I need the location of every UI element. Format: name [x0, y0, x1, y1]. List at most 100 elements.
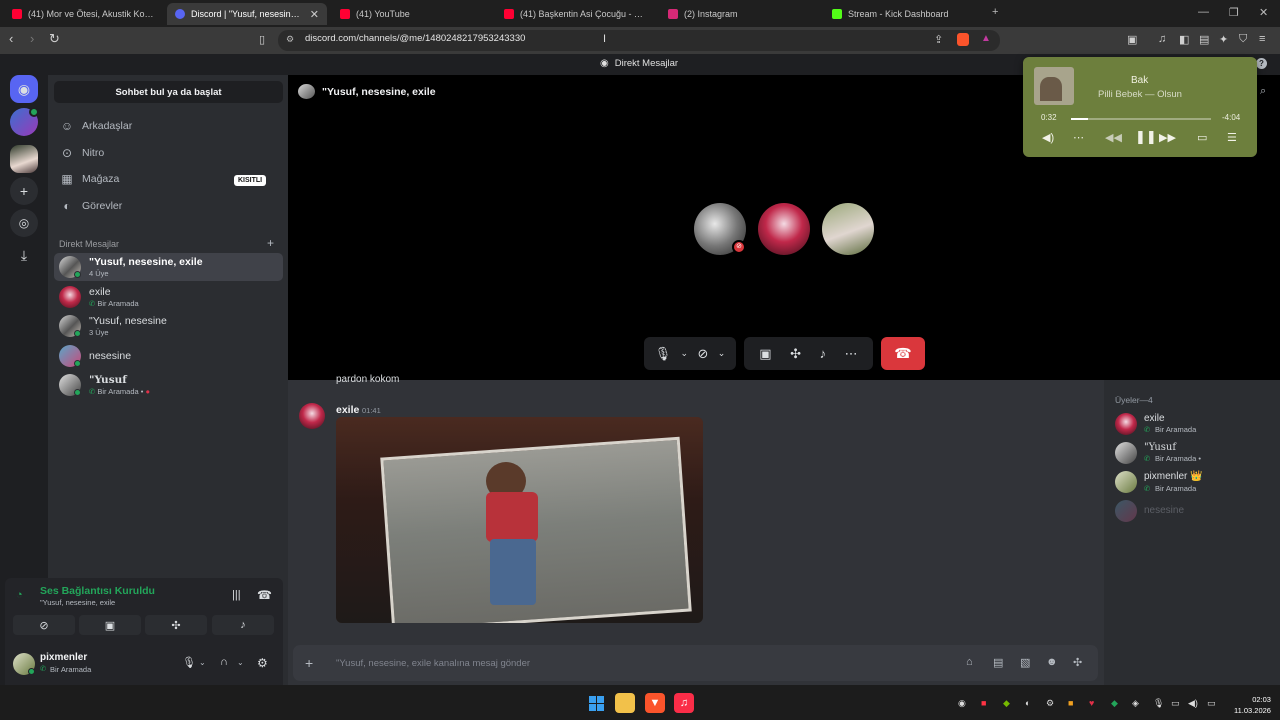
download-apps-button[interactable]: ⤓ — [10, 241, 38, 269]
dm-item-group-3[interactable]: "Yusuf, nesesine 3 Üye — [54, 312, 283, 340]
close-window-icon[interactable]: ✕ — [1259, 6, 1268, 19]
album-art[interactable] — [1034, 67, 1074, 105]
nav-quests[interactable]: ◐ Görevler — [60, 195, 122, 217]
brave-rewards-icon[interactable]: ▲ — [981, 33, 991, 44]
tray-app-icon[interactable]: ♥ — [1089, 698, 1094, 708]
bookmark-icon[interactable]: ▯ — [259, 33, 265, 46]
participant-avatar-exile[interactable] — [758, 203, 810, 255]
member-name[interactable]: nesesine — [1144, 505, 1184, 516]
tray-app-icon[interactable]: ◐ — [1025, 698, 1030, 708]
screen-share-button[interactable]: ▣ — [79, 615, 141, 635]
microphone-icon[interactable]: 🎙︎ — [1153, 698, 1164, 709]
taskbar-clock[interactable]: 02:03 11.03.2026 — [1234, 694, 1271, 716]
menu-icon[interactable]: ≡ — [1259, 33, 1265, 45]
sticker-icon[interactable]: ▧ — [1020, 656, 1030, 669]
progress-bar[interactable] — [1071, 118, 1211, 120]
more-icon[interactable]: ⋯ — [1073, 131, 1084, 144]
reader-icon[interactable]: ▣ — [1127, 33, 1137, 46]
chevron-down-icon[interactable]: ⌄ — [199, 658, 206, 667]
explore-button[interactable]: ◎ — [10, 209, 38, 237]
start-icon[interactable] — [586, 693, 606, 713]
camera-toggle-button[interactable]: ⊘ — [13, 615, 75, 635]
nav-shop[interactable]: ▦ Mağaza — [60, 168, 119, 190]
media-icon[interactable]: ♫ — [1158, 33, 1166, 45]
soundboard-icon[interactable]: ♪ — [820, 346, 827, 361]
chevron-down-icon[interactable]: ⌄ — [237, 658, 244, 667]
tray-app-icon[interactable]: ◆ — [1111, 698, 1118, 709]
tab-youtube[interactable]: (41) YouTube — [332, 3, 492, 25]
wallet-icon[interactable]: ▤ — [1199, 33, 1209, 46]
speaker-icon[interactable]: ◀) — [1188, 698, 1198, 709]
forward-icon[interactable]: › — [30, 31, 34, 46]
network-icon[interactable]: ▭ — [1171, 698, 1180, 709]
activities-button[interactable]: ✣ — [145, 615, 207, 635]
member-avatar-exile[interactable] — [1115, 413, 1137, 435]
add-server-button[interactable]: + — [10, 177, 38, 205]
reload-icon[interactable]: ↻ — [49, 31, 60, 47]
member-name[interactable]: exile — [1144, 413, 1165, 424]
disconnect-icon[interactable]: ☎ — [257, 588, 272, 602]
back-icon[interactable]: ‹ — [9, 31, 13, 46]
message-author[interactable]: exile — [336, 404, 359, 416]
member-name[interactable]: pixmenler 👑 — [1144, 471, 1203, 482]
close-tab-icon[interactable]: ✕ — [310, 8, 319, 21]
gift-icon[interactable]: ⌂ — [966, 656, 973, 668]
restore-icon[interactable]: ❐ — [1229, 6, 1239, 19]
brave-browser-icon[interactable]: ▼ — [645, 693, 665, 713]
member-avatar-nesesine[interactable] — [1115, 500, 1137, 522]
apps-icon[interactable]: ✣ — [1073, 656, 1082, 669]
tray-app-icon[interactable]: ⚙ — [1046, 698, 1054, 709]
nav-nitro[interactable]: ⊙ Nitro — [60, 142, 104, 164]
tab-kick[interactable]: Stream - Kick Dashboard — [824, 3, 984, 25]
message-author-avatar[interactable] — [299, 403, 325, 429]
signal-icon[interactable]: ◔ — [16, 589, 23, 601]
message-input[interactable]: "Yusuf, nesesine, exile kanalına mesaj g… — [336, 658, 530, 669]
create-dm-icon[interactable]: + — [267, 236, 274, 250]
voice-status[interactable]: Ses Bağlantısı Kuruldu — [40, 585, 155, 597]
queue-icon[interactable]: ☰ — [1227, 131, 1237, 144]
chevron-down-icon[interactable]: ⌄ — [718, 348, 726, 359]
site-info-icon[interactable]: ⚙ — [286, 34, 294, 45]
member-name[interactable]: "Yusuf — [1144, 442, 1176, 453]
volume-icon[interactable]: ◀) — [1042, 131, 1054, 144]
brave-shield-icon[interactable] — [957, 33, 969, 46]
tab-discord[interactable]: Discord | "Yusuf, nesesine, e ✕ — [167, 3, 327, 25]
apple-music-icon[interactable]: ♫ — [674, 693, 694, 713]
gif-icon[interactable]: ▤ — [993, 656, 1003, 669]
home-dm-button[interactable]: ◉ — [10, 75, 38, 103]
leo-ai-icon[interactable]: ✦ — [1219, 33, 1228, 46]
end-call-button[interactable]: ☎ — [881, 337, 925, 370]
noise-suppression-icon[interactable]: ||| — [232, 589, 241, 601]
tray-app-icon[interactable]: ◉ — [958, 698, 966, 709]
activities-icon[interactable]: ✣ — [790, 346, 801, 362]
camera-off-icon[interactable]: ⊘ — [697, 346, 708, 362]
member-avatar-yusuf[interactable] — [1115, 442, 1137, 464]
nvidia-icon[interactable]: ◆ — [1003, 698, 1010, 709]
next-track-icon[interactable]: ▶▶ — [1159, 131, 1176, 144]
tray-app-icon[interactable]: ◈ — [1132, 698, 1139, 709]
battery-icon[interactable]: ▭ — [1207, 698, 1216, 709]
message-image-attachment[interactable] — [336, 417, 703, 623]
sidebar-toggle-icon[interactable]: ◧ — [1179, 33, 1189, 46]
nav-friends[interactable]: ☺ Arkadaşlar — [60, 115, 132, 137]
tab-youtube-baskentin[interactable]: (41) Başkentin Asi Çocuğu - YouTube — [496, 3, 656, 25]
tab-youtube-mor-ve-otesi[interactable]: (41) Mor ve Ötesi, Akustik Konser, Ba — [4, 3, 164, 25]
tray-app-icon[interactable]: ■ — [1068, 698, 1073, 708]
tab-instagram[interactable]: (2) Instagram — [660, 3, 820, 25]
previous-track-icon[interactable]: ◀◀ — [1105, 131, 1122, 144]
lyrics-icon[interactable]: ▭ — [1197, 131, 1207, 144]
help-icon[interactable]: ? — [1256, 58, 1267, 69]
emoji-icon[interactable]: ☻ — [1046, 656, 1058, 668]
user-name[interactable]: pixmenler — [40, 652, 87, 663]
dm-item-group-4[interactable]: "Yusuf, nesesine, exile 4 Üye — [54, 253, 283, 281]
microphone-icon[interactable]: 🎙︎ — [182, 656, 196, 669]
tray-app-icon[interactable]: ■ — [981, 698, 986, 708]
settings-gear-icon[interactable]: ⚙ — [257, 656, 268, 670]
screen-share-icon[interactable]: ▣ — [759, 346, 771, 362]
voice-channel-name[interactable]: "Yusuf, nesesine, exile — [40, 598, 115, 607]
pause-icon[interactable]: ❚❚ — [1135, 129, 1157, 145]
dm-search-button[interactable]: Sohbet bul ya da başlat — [54, 81, 283, 103]
server-avatar-2[interactable] — [10, 145, 38, 173]
dm-item-exile[interactable]: exile ✆ Bir Aramada — [54, 283, 283, 311]
dm-item-nesesine[interactable]: nesesine — [54, 342, 283, 370]
